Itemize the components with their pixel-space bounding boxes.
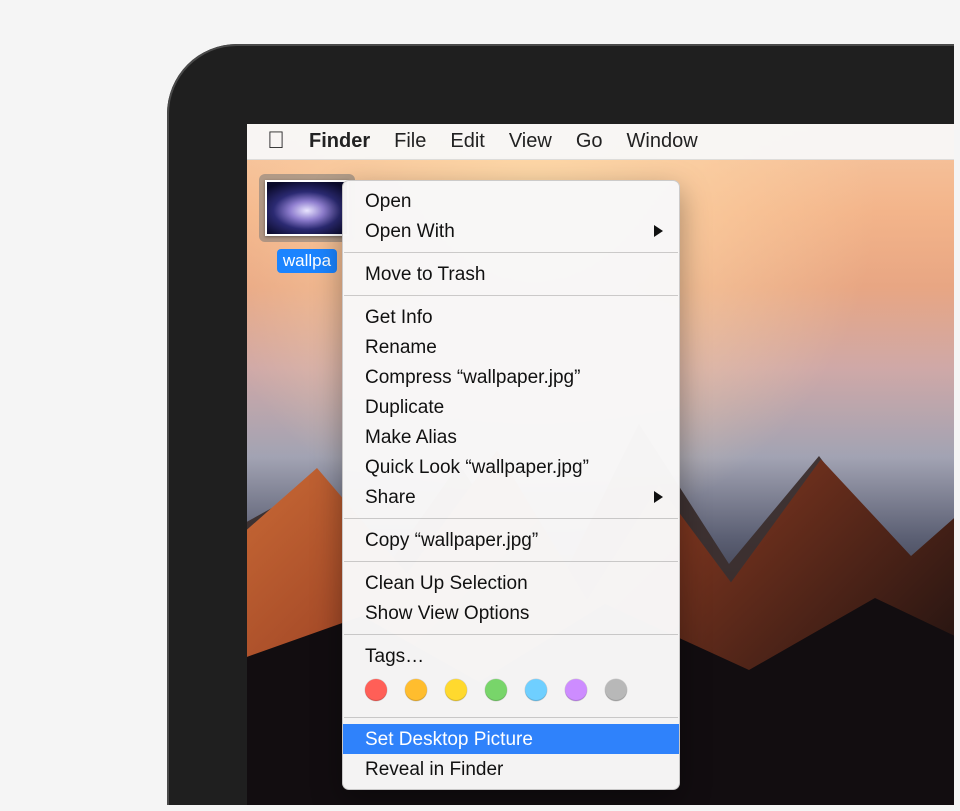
context-menu-item-label: Show View Options [365, 603, 529, 624]
menu-separator [344, 295, 678, 296]
context-menu-item[interactable]: Show View Options [343, 598, 679, 628]
screen:  Finder File Edit View Go Window wallpa… [247, 124, 954, 805]
submenu-arrow-icon [654, 225, 663, 237]
context-menu-item[interactable]: Copy “wallpaper.jpg” [343, 525, 679, 555]
context-menu-item[interactable]: Clean Up Selection [343, 568, 679, 598]
crop-frame:  Finder File Edit View Go Window wallpa… [142, 27, 954, 805]
context-menu-item[interactable]: Set Desktop Picture [343, 724, 679, 754]
menu-edit[interactable]: Edit [450, 130, 484, 153]
context-menu-item-label: Open With [365, 221, 455, 242]
context-menu-item[interactable]: Open [343, 186, 679, 216]
file-thumbnail [265, 180, 349, 236]
context-menu-item[interactable]: Move to Trash [343, 259, 679, 289]
context-menu-item-label: Get Info [365, 307, 433, 328]
context-menu-item-label: Reveal in Finder [365, 759, 503, 780]
context-menu-item-label: Make Alias [365, 427, 457, 448]
context-menu-item-label: Move to Trash [365, 264, 485, 285]
menu-window[interactable]: Window [627, 130, 698, 153]
context-menu-item[interactable]: Open With [343, 216, 679, 246]
context-menu-item[interactable]: Share [343, 482, 679, 512]
context-menu-item-label: Share [365, 487, 416, 508]
tag-dot[interactable] [365, 679, 387, 701]
tag-dot[interactable] [405, 679, 427, 701]
tags-row [343, 671, 679, 711]
tag-dot[interactable] [485, 679, 507, 701]
menu-separator [344, 634, 678, 635]
menu-go[interactable]: Go [576, 130, 603, 153]
context-menu-item-label: Compress “wallpaper.jpg” [365, 367, 580, 388]
context-menu-item-label: Copy “wallpaper.jpg” [365, 530, 538, 551]
menu-app-name[interactable]: Finder [309, 130, 370, 153]
menu-file[interactable]: File [394, 130, 426, 153]
context-menu-item-label: Rename [365, 337, 437, 358]
submenu-arrow-icon [654, 491, 663, 503]
context-menu-item-label: Clean Up Selection [365, 573, 528, 594]
context-menu-item-label: Duplicate [365, 397, 444, 418]
context-menu: Open Open With Move to Trash Get Info Rename… [342, 180, 680, 790]
tag-dot[interactable] [605, 679, 627, 701]
tag-dot[interactable] [525, 679, 547, 701]
tag-dot[interactable] [445, 679, 467, 701]
file-label: wallpa [277, 249, 337, 273]
tag-dot[interactable] [565, 679, 587, 701]
context-menu-item[interactable]: Duplicate [343, 392, 679, 422]
menu-separator [344, 252, 678, 253]
menu-separator [344, 561, 678, 562]
context-menu-item[interactable]: Tags… [343, 641, 679, 671]
context-menu-item-label: Open [365, 191, 411, 212]
context-menu-item[interactable]: Reveal in Finder [343, 754, 679, 784]
context-menu-item-label: Tags… [365, 646, 424, 667]
context-menu-item-label: Set Desktop Picture [365, 729, 533, 750]
context-menu-item[interactable]: Get Info [343, 302, 679, 332]
menu-view[interactable]: View [509, 130, 552, 153]
menu-bar:  Finder File Edit View Go Window [247, 124, 954, 160]
menu-separator [344, 518, 678, 519]
menu-separator [344, 717, 678, 718]
apple-menu-icon[interactable]:  [267, 129, 285, 153]
context-menu-item[interactable]: Quick Look “wallpaper.jpg” [343, 452, 679, 482]
context-menu-item-label: Quick Look “wallpaper.jpg” [365, 457, 589, 478]
context-menu-item[interactable]: Rename [343, 332, 679, 362]
file-thumbnail-selection [259, 174, 355, 242]
context-menu-item[interactable]: Compress “wallpaper.jpg” [343, 362, 679, 392]
context-menu-item[interactable]: Make Alias [343, 422, 679, 452]
